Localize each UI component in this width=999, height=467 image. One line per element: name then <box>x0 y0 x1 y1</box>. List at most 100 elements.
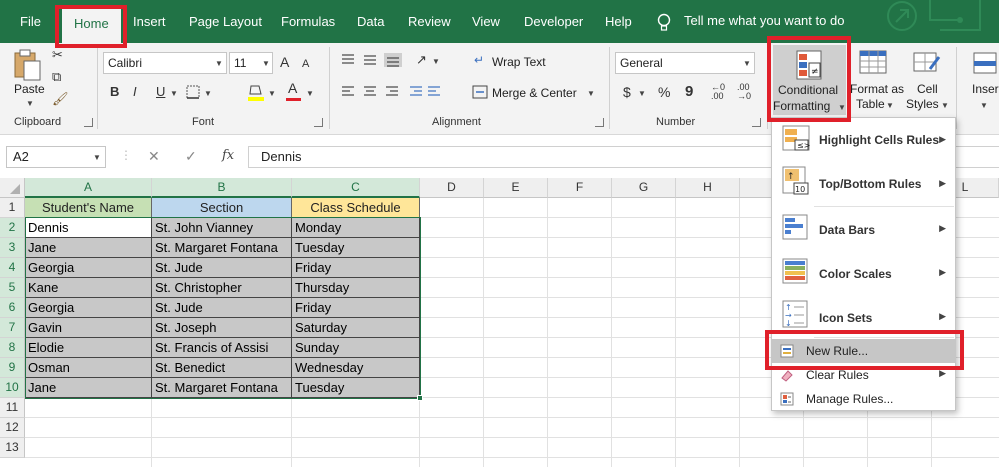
tab-review[interactable]: Review <box>408 10 451 34</box>
table-cell[interactable]: St. Jude <box>152 298 292 318</box>
row-header-11[interactable]: 11 <box>0 398 25 418</box>
tab-data[interactable]: Data <box>357 10 384 34</box>
table-cell[interactable]: Sunday <box>292 338 420 358</box>
table-header-cell[interactable]: Class Schedule <box>292 198 420 218</box>
borders-dropdown-icon[interactable]: ▼ <box>204 89 212 98</box>
conditional-formatting-button[interactable]: ≠ Conditional Formatting ▼ <box>773 45 846 115</box>
table-cell[interactable]: Friday <box>292 258 420 278</box>
decrease-decimal-icon[interactable]: .00 →0 <box>737 83 751 101</box>
row-header-7[interactable]: 7 <box>0 318 25 338</box>
table-cell[interactable]: Elodie <box>25 338 152 358</box>
table-cell[interactable]: St. Francis of Assisi <box>152 338 292 358</box>
table-cell[interactable]: Osman <box>25 358 152 378</box>
wrap-text-button[interactable]: Wrap Text <box>492 55 546 69</box>
tab-home[interactable]: Home <box>62 9 121 43</box>
row-header-2[interactable]: 2 <box>0 218 25 238</box>
font-color-dropdown-icon[interactable]: ▼ <box>306 89 314 98</box>
underline-button[interactable]: U <box>156 84 165 100</box>
tab-formulas[interactable]: Formulas <box>281 10 335 34</box>
cell-styles-label-1[interactable]: Cell <box>917 82 938 96</box>
tab-view[interactable]: View <box>472 10 500 34</box>
percent-style-button[interactable]: % <box>658 84 670 100</box>
paste-icon[interactable] <box>12 48 42 82</box>
table-cell[interactable]: St. Benedict <box>152 358 292 378</box>
table-cell[interactable]: St. Christopher <box>152 278 292 298</box>
table-header-cell[interactable]: Section <box>152 198 292 218</box>
font-launcher-icon[interactable] <box>314 118 323 127</box>
tab-developer[interactable]: Developer <box>524 10 583 34</box>
column-header-h[interactable]: H <box>676 178 740 198</box>
row-header-12[interactable]: 12 <box>0 418 25 438</box>
merge-center-icon[interactable] <box>472 85 488 99</box>
insert-button-label[interactable]: Inser <box>972 82 999 96</box>
tab-help[interactable]: Help <box>605 10 632 34</box>
accounting-format-button[interactable]: $ <box>623 84 631 100</box>
cut-icon[interactable]: ✂ <box>52 47 63 63</box>
name-box[interactable]: A2 <box>6 146 106 168</box>
fill-handle[interactable] <box>417 395 423 401</box>
table-cell[interactable]: Wednesday <box>292 358 420 378</box>
column-header-d[interactable]: D <box>420 178 484 198</box>
paste-button[interactable]: Paste <box>14 82 45 96</box>
table-cell[interactable]: Friday <box>292 298 420 318</box>
borders-icon[interactable] <box>186 85 200 99</box>
table-cell[interactable]: Saturday <box>292 318 420 338</box>
underline-dropdown-icon[interactable]: ▼ <box>170 89 178 98</box>
orientation-dropdown-icon[interactable]: ▼ <box>432 57 440 66</box>
format-as-table-dropdown-icon[interactable]: ▼ <box>886 101 894 110</box>
column-header-g[interactable]: G <box>612 178 676 198</box>
table-cell[interactable]: Monday <box>292 218 420 238</box>
menu-item-data-bars[interactable]: Data Bars ▶ <box>772 207 955 251</box>
clipboard-launcher-icon[interactable] <box>84 118 93 127</box>
tell-me-search[interactable]: Tell me what you want to do <box>684 13 844 28</box>
row-header-3[interactable]: 3 <box>0 238 25 258</box>
copy-icon[interactable]: ⧉ <box>52 69 61 85</box>
select-all-button[interactable] <box>0 178 25 198</box>
font-name-dropdown-icon[interactable]: ▼ <box>215 59 223 68</box>
table-cell[interactable]: St. Jude <box>152 258 292 278</box>
table-cell[interactable]: Thursday <box>292 278 420 298</box>
font-name-select[interactable]: Calibri <box>103 52 227 74</box>
menu-item-manage-rules[interactable]: Manage Rules... <box>772 388 955 410</box>
menu-item-new-rule[interactable]: New Rule... <box>772 339 955 363</box>
accounting-dropdown-icon[interactable]: ▼ <box>638 89 646 98</box>
row-header-1[interactable]: 1 <box>0 198 25 218</box>
table-cell[interactable]: Georgia <box>25 298 152 318</box>
cell-styles-dropdown-icon[interactable]: ▼ <box>941 101 949 110</box>
format-as-table-label-2[interactable]: Table <box>856 97 885 111</box>
column-header-e[interactable]: E <box>484 178 548 198</box>
format-as-table-label-1[interactable]: Format as <box>850 82 904 96</box>
row-header-9[interactable]: 9 <box>0 358 25 378</box>
menu-item-top-bottom-rules[interactable]: ↑ 10 Top/Bottom Rules ▶ <box>772 162 955 206</box>
insert-dropdown-icon[interactable]: ▼ <box>980 101 988 110</box>
column-header-a[interactable]: A <box>25 178 152 198</box>
font-size-dropdown-icon[interactable]: ▼ <box>262 59 270 68</box>
italic-button[interactable]: I <box>133 84 137 100</box>
vertical-align-icons[interactable] <box>340 53 404 67</box>
table-cell[interactable]: Dennis <box>25 218 152 238</box>
table-cell[interactable]: St. Joseph <box>152 318 292 338</box>
font-color-button[interactable]: A <box>288 80 297 96</box>
column-header-b[interactable]: B <box>152 178 292 198</box>
cancel-entry-icon[interactable]: ✕ <box>148 148 160 165</box>
table-cell[interactable]: St. Margaret Fontana <box>152 238 292 258</box>
merge-center-dropdown-icon[interactable]: ▼ <box>587 89 595 98</box>
table-cell[interactable]: Gavin <box>25 318 152 338</box>
table-cell[interactable]: St. Margaret Fontana <box>152 378 292 398</box>
bold-button[interactable]: B <box>110 84 119 100</box>
paste-dropdown-icon[interactable]: ▼ <box>26 99 34 108</box>
tab-page-layout[interactable]: Page Layout <box>189 10 262 34</box>
menu-item-icon-sets[interactable]: ↑ → ↓ Icon Sets ▶ <box>772 295 955 339</box>
wrap-text-icon[interactable]: ↵ <box>474 52 484 68</box>
insert-function-button[interactable]: fx <box>222 148 234 163</box>
menu-item-highlight-cells-rules[interactable]: ≤> Highlight Cells Rules ▶ <box>772 118 955 162</box>
horizontal-align-icons[interactable] <box>340 85 440 99</box>
table-cell[interactable]: Tuesday <box>292 238 420 258</box>
orientation-icon[interactable]: ↗ <box>416 52 427 68</box>
table-cell[interactable]: Kane <box>25 278 152 298</box>
number-format-select[interactable]: General <box>615 52 755 74</box>
table-cell[interactable]: Tuesday <box>292 378 420 398</box>
shrink-font-button[interactable]: A <box>302 56 309 72</box>
row-header-13[interactable]: 13 <box>0 438 25 458</box>
number-launcher-icon[interactable] <box>752 118 761 127</box>
